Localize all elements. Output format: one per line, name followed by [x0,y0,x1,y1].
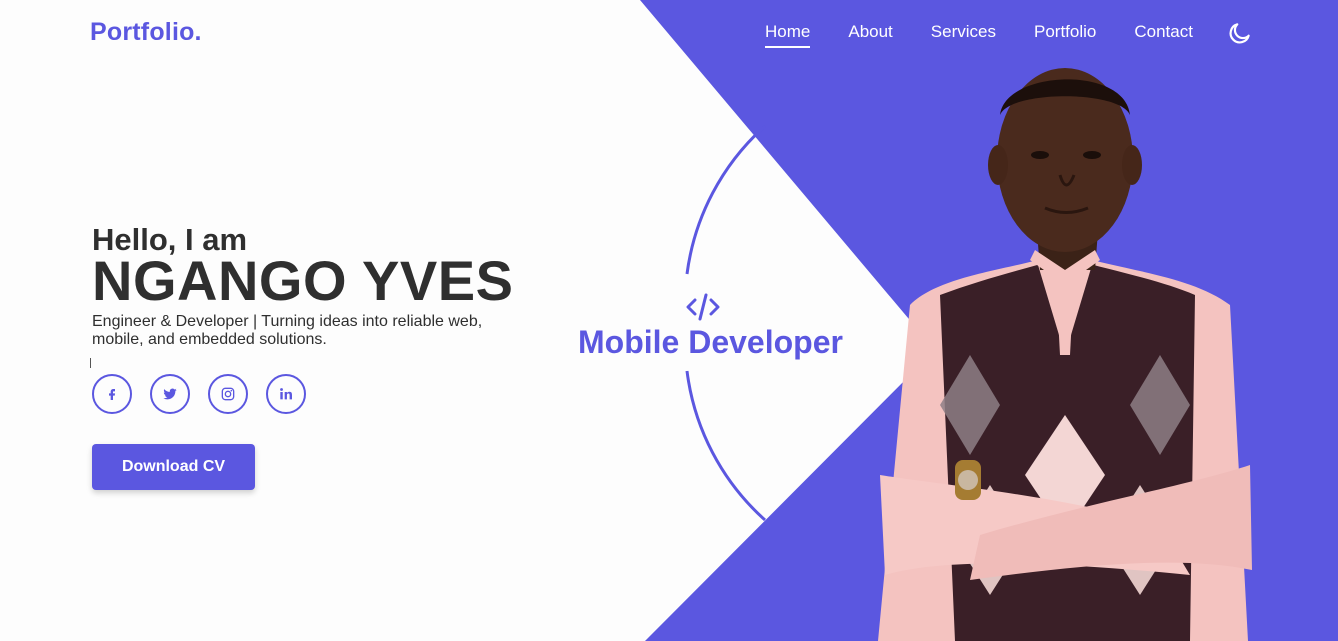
typing-cursor [90,358,91,368]
decorative-arc [685,124,767,275]
nav-services[interactable]: Services [931,22,996,48]
social-links [92,374,324,414]
nav-home[interactable]: Home [765,22,811,48]
hero-name: NGANGO YVES [92,249,514,312]
facebook-icon [109,389,116,400]
instagram-link[interactable] [208,374,248,414]
hero-role: Mobile Developer [578,324,843,360]
profile-photo [878,68,1252,641]
theme-toggle-button[interactable] [1227,20,1253,46]
linkedin-link[interactable] [266,374,306,414]
twitter-icon [163,388,177,400]
linkedin-icon [280,388,292,400]
instagram-icon [221,387,235,401]
decorative-arc-lower [685,370,767,522]
nav-portfolio[interactable]: Portfolio [1034,22,1096,48]
twitter-link[interactable] [150,374,190,414]
moon-icon [1229,23,1250,44]
code-icon [686,293,720,321]
main-nav: Home About Services Portfolio Contact [765,22,1231,48]
nav-about[interactable]: About [848,22,892,48]
hero-tagline: Engineer & Developer | Turning ideas int… [92,313,483,348]
download-cv-button[interactable]: Download CV [92,444,255,490]
facebook-link[interactable] [92,374,132,414]
nav-contact[interactable]: Contact [1134,22,1193,48]
site-logo[interactable]: Portfolio. [90,18,202,47]
